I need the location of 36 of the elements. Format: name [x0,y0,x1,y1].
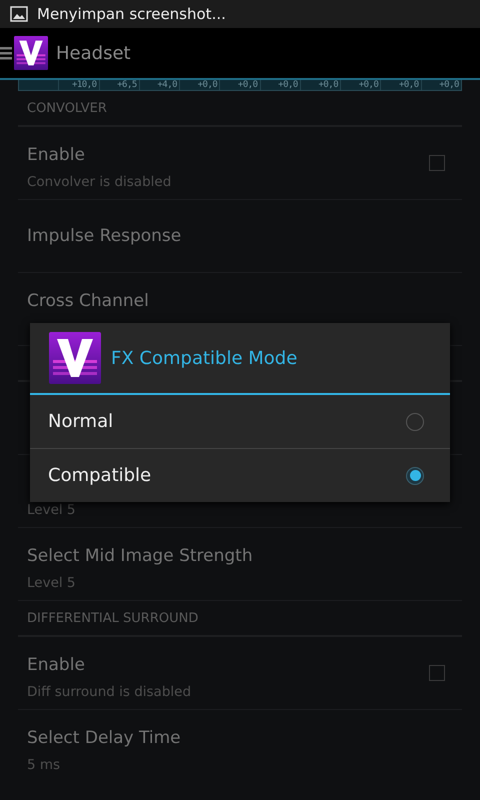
setting-summary: Level 5 [27,502,77,520]
setting-summary: Diff surround is disabled [27,684,192,702]
setting-summary: Convolver is disabled [27,174,172,192]
radio-button[interactable] [406,466,424,484]
section-header: CONVOLVER [27,101,107,116]
app-logo-icon [49,332,101,384]
setting-summary: Level 5 [27,575,77,593]
setting-title: Select Mid Image Strength [27,546,254,568]
gain-value: +0,0 [358,80,378,90]
notification-text: Menyimpan screenshot... [37,5,226,23]
gain-value: +0,0 [439,80,459,90]
gain-value: +0,0 [318,80,338,90]
checkbox[interactable] [429,665,445,681]
radio-button[interactable] [406,412,424,430]
gain-value: +6,5 [117,80,137,90]
gain-value: +0,0 [398,80,419,90]
gain-value: +0,0 [198,80,218,90]
section-header: DIFFERENTIAL SURROUND [27,611,198,626]
option-row[interactable]: Normal [30,395,450,448]
checkbox[interactable] [429,155,445,171]
gain-value: +10,0 [72,80,97,90]
menu-icon[interactable] [0,46,12,60]
setting-title: Cross Channel [27,291,150,313]
image-icon [10,6,28,22]
app-logo-icon [14,36,48,70]
option-row[interactable]: Compatible [30,448,450,502]
gain-value: +0,0 [238,80,258,90]
dialog-title: FX Compatible Mode [111,348,298,368]
setting-title: Impulse Response [27,226,182,246]
gain-value: +0,0 [278,80,298,90]
screen-title: Headset [56,42,131,64]
gain-value: +4,0 [157,80,178,90]
setting-title: Select Delay Time [27,728,182,750]
setting-title: Enable [27,145,86,167]
setting-summary: 5 ms [27,757,62,775]
setting-title: Enable [27,655,86,677]
